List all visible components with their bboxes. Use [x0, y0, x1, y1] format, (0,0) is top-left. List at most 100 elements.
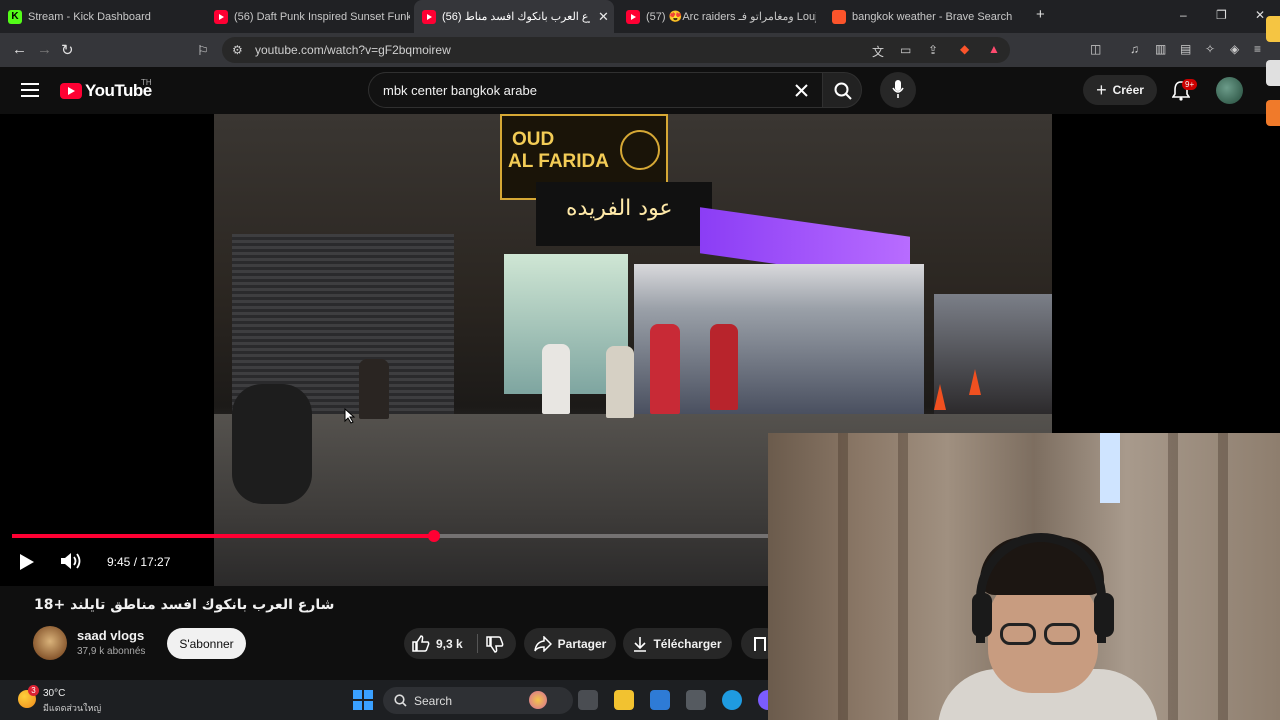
cast-icon[interactable]: ▭ [900, 43, 911, 57]
tab-bangkok-weather[interactable]: bangkok weather - Brave Search [832, 0, 1022, 33]
tab-label: (57) 😍Arc raiders ومغامراتو فـ Loujey [646, 11, 816, 23]
address-bar[interactable]: ⚙ youtube.com/watch?v=gF2bqmoirew 文 ▭ ⇪ … [222, 37, 1010, 63]
traffic-cone [934, 384, 946, 410]
save-icon [754, 636, 766, 651]
youtube-icon [214, 9, 228, 24]
extension-icon[interactable] [1266, 60, 1280, 86]
thumbs-up-icon[interactable] [412, 635, 430, 652]
microphone-icon [892, 80, 904, 98]
weather-alert-badge: 3 [28, 685, 39, 696]
extension-icon[interactable] [1266, 16, 1280, 42]
taskbar-search[interactable]: Search [383, 687, 573, 714]
create-button[interactable]: + Créer [1083, 75, 1157, 105]
brave-shields-icon[interactable]: ◆ [960, 42, 969, 56]
new-tab-button[interactable]: + [1036, 6, 1045, 23]
windows-logo-pane [353, 690, 362, 699]
screenshot-icon[interactable]: ◫ [1090, 42, 1101, 56]
account-avatar[interactable] [1216, 77, 1243, 104]
brave-icon [832, 9, 846, 24]
download-label: Télécharger [653, 636, 722, 651]
progress-scrubber[interactable] [428, 530, 440, 542]
share-page-icon[interactable]: ⇪ [928, 43, 938, 57]
person-white-shirt [542, 344, 570, 414]
clear-search-icon[interactable] [795, 84, 808, 97]
store-seal-icon [620, 130, 660, 170]
youtube-icon [626, 9, 640, 24]
play-icon[interactable] [20, 554, 34, 570]
search-input[interactable]: mbk center bangkok arabe [368, 72, 822, 108]
extension-icon[interactable] [1266, 100, 1280, 126]
bookmark-icon[interactable]: ⚐ [197, 43, 209, 59]
arabic-sign-text: عود الفريده [566, 196, 673, 221]
tab-arc-raiders[interactable]: (57) 😍Arc raiders ومغامراتو فـ Loujey [626, 0, 816, 33]
reload-icon[interactable]: ↻ [61, 41, 74, 59]
person-seated-chair [606, 346, 634, 418]
youtube-header: YouTube TH mbk center bangkok arabe + Cr… [0, 67, 1280, 114]
microsoft-store-icon[interactable] [650, 690, 670, 710]
person-red-shirt-2 [710, 324, 738, 410]
street-background [934, 294, 1052, 414]
time-display: 9:45 / 17:27 [107, 555, 171, 569]
mouse-cursor-icon [344, 408, 356, 424]
vpn-icon[interactable]: ◈ [1230, 42, 1239, 56]
minimize-button[interactable]: – [1180, 8, 1187, 22]
thumbs-down-icon[interactable] [486, 636, 504, 653]
plus-icon: + [1096, 79, 1107, 100]
url-text[interactable]: youtube.com/watch?v=gF2bqmoirew [255, 43, 451, 57]
search-query[interactable]: mbk center bangkok arabe [383, 83, 537, 98]
extension-strip [1264, 0, 1280, 160]
video-title: شارع العرب بانكوك افسد مناطق تايلند +18 [34, 597, 335, 613]
task-view-icon[interactable] [578, 690, 598, 710]
ai-icon[interactable]: ✧ [1205, 42, 1215, 56]
search-icon [834, 82, 852, 100]
sidebar-icon[interactable]: ▥ [1155, 42, 1166, 56]
divider [477, 634, 478, 653]
share-label: Partager [557, 636, 607, 651]
voice-search-button[interactable] [880, 72, 916, 108]
tab-active-video[interactable]: (56) شارع العرب بانكوك افسد مناط ✕ [414, 0, 614, 33]
weather-description[interactable]: มีแดดส่วนใหญ่ [43, 701, 101, 715]
file-explorer-icon[interactable] [614, 690, 634, 710]
tab-daft-punk[interactable]: (56) Daft Punk Inspired Sunset Funk | [214, 0, 410, 33]
browser-tab-bar: K Stream - Kick Dashboard (56) Daft Punk… [0, 0, 1280, 33]
hamburger-menu-icon[interactable] [21, 83, 39, 97]
person-sitting [359, 359, 389, 419]
search-highlight-icon [529, 691, 547, 709]
volume-icon[interactable] [60, 551, 82, 571]
search-button[interactable] [822, 72, 862, 108]
youtube-logo-icon[interactable] [60, 83, 82, 99]
forward-icon[interactable]: → [37, 41, 52, 58]
tab-kick-dashboard[interactable]: K Stream - Kick Dashboard [8, 0, 208, 33]
close-tab-icon[interactable]: ✕ [598, 9, 609, 25]
search-icon [394, 694, 407, 707]
wallet-icon[interactable]: ▤ [1180, 42, 1191, 56]
weather-temperature[interactable]: 30°C [43, 688, 65, 699]
taskbar-search-label: Search [414, 694, 453, 708]
windows-start-icon[interactable] [353, 690, 373, 710]
site-info-icon[interactable]: ⚙ [232, 43, 243, 57]
tab-label: Stream - Kick Dashboard [28, 10, 151, 23]
translate-icon[interactable]: 文 [872, 43, 884, 60]
like-dislike-group: 9,3 k [404, 628, 516, 659]
download-button[interactable]: Télécharger [623, 628, 732, 659]
app-icon[interactable] [686, 690, 706, 710]
kick-icon: K [8, 9, 22, 24]
country-code: TH [141, 78, 152, 87]
share-button[interactable]: Partager [524, 628, 616, 659]
headset-earcup [972, 593, 992, 637]
arabic-store-sign: عود الفريده [536, 182, 712, 246]
edge-browser-icon[interactable] [722, 690, 742, 710]
download-icon [634, 636, 647, 652]
menu-icon[interactable]: ≡ [1254, 42, 1261, 56]
windows-logo-pane [353, 701, 362, 710]
tab-label: bangkok weather - Brave Search [852, 10, 1013, 23]
brave-rewards-icon[interactable]: ▲ [988, 42, 1000, 56]
maximize-button[interactable]: ❐ [1216, 8, 1227, 22]
channel-name[interactable]: saad vlogs [77, 628, 144, 643]
curtain [1168, 433, 1178, 720]
like-count[interactable]: 9,3 k [436, 637, 463, 651]
back-icon[interactable]: ← [12, 41, 27, 58]
media-icon[interactable]: ♫ [1130, 42, 1139, 56]
subscribe-button[interactable]: S'abonner [167, 628, 246, 659]
channel-avatar[interactable] [33, 626, 67, 660]
